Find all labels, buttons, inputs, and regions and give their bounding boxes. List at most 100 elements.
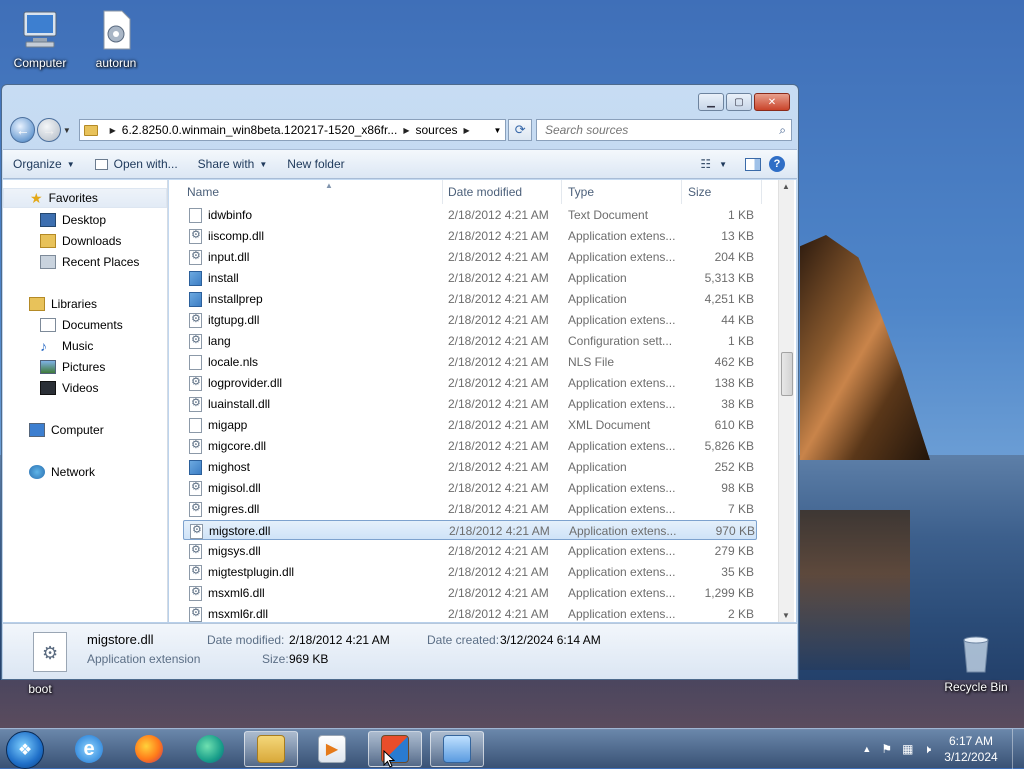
search-box[interactable]: ⌕ [535, 119, 792, 141]
table-row[interactable]: migstore.dll 2/18/2012 4:21 AM Application… [183, 520, 757, 540]
system-tray: ▲ ⚑ ▦ 🕨 6:17 AM 3/12/2024 [857, 729, 1024, 769]
table-row[interactable]: migapp 2/18/2012 4:21 AM XML Document 610 K… [183, 415, 757, 435]
table-row[interactable]: itgtupg.dll 2/18/2012 4:21 AM Application … [183, 310, 757, 330]
search-input[interactable] [542, 122, 761, 138]
table-row[interactable]: locale.nls 2/18/2012 4:21 AM NLS File 462 K… [183, 352, 757, 372]
view-options-icon[interactable]: ☷ [700, 157, 711, 171]
taskbar-file-explorer[interactable] [244, 731, 298, 767]
open-with-button[interactable]: Open with... [85, 153, 188, 175]
address-dropdown-icon[interactable]: ▼ [489, 126, 505, 135]
address-bar[interactable]: ▶ 6.2.8250.0.winmain_win8beta.120217-152… [78, 119, 507, 141]
file-type: Configuration sett... [568, 334, 673, 348]
chevron-down-icon[interactable]: ▼ [719, 160, 727, 169]
table-row[interactable]: msxml6r.dll 2/18/2012 4:21 AM Application … [183, 604, 757, 624]
dll-file-icon [189, 228, 202, 244]
desktop-icon-computer[interactable]: Computer [0, 8, 80, 70]
recent-pages-dropdown[interactable]: ▼ [63, 126, 75, 135]
sort-ascending-icon: ▲ [325, 180, 333, 190]
start-button[interactable]: ❖ [6, 731, 44, 769]
nav-libraries[interactable]: Libraries [3, 294, 167, 314]
desktop-icon-label: autorun [95, 56, 137, 70]
action-center-flag-icon[interactable]: ⚑ [881, 742, 892, 756]
nav-music[interactable]: ♪ Music [3, 336, 167, 356]
breadcrumb-segment[interactable]: sources [416, 123, 458, 137]
nav-documents[interactable]: Documents [3, 315, 167, 335]
column-header-size[interactable]: Size [682, 180, 762, 204]
column-header-date[interactable]: Date modified [442, 180, 562, 204]
chevron-right-icon[interactable]: ▶ [464, 126, 470, 135]
edge-icon [196, 735, 224, 763]
organize-button[interactable]: Organize ▼ [3, 153, 85, 175]
table-row[interactable]: migsys.dll 2/18/2012 4:21 AM Application e… [183, 541, 757, 561]
chevron-right-icon[interactable]: ▶ [110, 126, 116, 135]
clock[interactable]: 6:17 AM 3/12/2024 [936, 733, 1006, 765]
desktop-icon-recycle-bin[interactable]: Recycle Bin [936, 632, 1016, 694]
help-icon[interactable]: ? [769, 156, 785, 172]
nav-favorites[interactable]: ★ Favorites [3, 188, 167, 208]
chevron-right-icon[interactable]: ▶ [403, 126, 409, 135]
file-type: XML Document [568, 418, 651, 432]
volume-muted-icon[interactable]: 🕨 [923, 742, 931, 757]
scrollbar-thumb[interactable] [781, 352, 793, 396]
file-date: 2/18/2012 4:21 AM [448, 292, 549, 306]
nav-pictures[interactable]: Pictures [3, 357, 167, 377]
network-tray-icon[interactable]: ▦ [902, 742, 913, 756]
table-row[interactable]: msxml6.dll 2/18/2012 4:21 AM Application e… [183, 583, 757, 603]
nav-network[interactable]: Network [3, 462, 167, 482]
table-row[interactable]: luainstall.dll 2/18/2012 4:21 AM Applicati… [183, 394, 757, 414]
table-row[interactable]: input.dll 2/18/2012 4:21 AM Application ex… [183, 247, 757, 267]
nav-videos[interactable]: Videos [3, 378, 167, 398]
documents-icon [40, 318, 56, 332]
table-row[interactable]: install 2/18/2012 4:21 AM Application 5,313… [183, 268, 757, 288]
nav-computer[interactable]: Computer [3, 420, 167, 440]
nav-downloads[interactable]: Downloads [3, 231, 167, 251]
table-row[interactable]: iiscomp.dll 2/18/2012 4:21 AM Application … [183, 226, 757, 246]
new-folder-button[interactable]: New folder [277, 153, 354, 175]
maximize-button[interactable]: ▢ [726, 93, 752, 111]
share-with-button[interactable]: Share with ▼ [188, 153, 278, 175]
table-row[interactable]: logprovider.dll 2/18/2012 4:21 AM Applicat… [183, 373, 757, 393]
column-header-type[interactable]: Type [562, 180, 682, 204]
table-row[interactable]: mighost 2/18/2012 4:21 AM Application 252 K… [183, 457, 757, 477]
taskbar-firefox[interactable] [122, 731, 176, 767]
breadcrumb-segment[interactable]: 6.2.8250.0.winmain_win8beta.120217-1520_… [122, 123, 398, 137]
taskbar-control-panel[interactable] [430, 731, 484, 767]
application-icon [189, 271, 202, 286]
scroll-down-icon[interactable]: ▼ [782, 611, 790, 620]
table-row[interactable]: migisol.dll 2/18/2012 4:21 AM Application … [183, 478, 757, 498]
close-button[interactable]: ✕ [754, 93, 790, 111]
refresh-button[interactable]: ⟳ [508, 119, 532, 141]
vertical-scrollbar[interactable]: ▲ ▼ [778, 180, 794, 622]
file-size: 44 KB [721, 313, 754, 327]
show-hidden-icons-icon[interactable]: ▲ [862, 744, 871, 754]
table-row[interactable]: installprep 2/18/2012 4:21 AM Application 4… [183, 289, 757, 309]
preview-pane-icon[interactable] [745, 157, 761, 171]
back-button[interactable]: ← [10, 117, 36, 143]
desktop-icon-autorun[interactable]: autorun [76, 8, 156, 70]
column-header-name[interactable]: Name ▲ [181, 180, 443, 204]
nav-desktop[interactable]: Desktop [3, 210, 167, 230]
desktop-icon-boot[interactable]: boot [0, 682, 80, 696]
table-row[interactable]: migcore.dll 2/18/2012 4:21 AM Application … [183, 436, 757, 456]
scroll-up-icon[interactable]: ▲ [782, 182, 790, 191]
show-desktop-button[interactable] [1012, 729, 1024, 769]
file-name: lang [208, 334, 231, 348]
table-row[interactable]: migtestplugin.dll 2/18/2012 4:21 AM Applic… [183, 562, 757, 582]
table-row[interactable]: lang 2/18/2012 4:21 AM Configuration sett.… [183, 331, 757, 351]
file-date: 2/18/2012 4:21 AM [448, 229, 549, 243]
nav-recent-places[interactable]: Recent Places [3, 252, 167, 272]
table-row[interactable]: migres.dll 2/18/2012 4:21 AM Application e… [183, 499, 757, 519]
taskbar-setup[interactable] [368, 731, 422, 767]
file-size: 5,313 KB [704, 271, 754, 285]
taskbar-edge[interactable] [183, 731, 237, 767]
forward-button[interactable]: → [37, 118, 61, 142]
table-row[interactable]: idwbinfo 2/18/2012 4:21 AM Text Document 1 … [183, 205, 757, 225]
taskbar-media-player[interactable]: ▶ [305, 731, 359, 767]
minimize-button[interactable]: ▁ [698, 93, 724, 111]
file-size: 204 KB [714, 250, 754, 264]
taskbar-internet-explorer[interactable]: e [62, 731, 116, 767]
navigation-pane: ★ Favorites Desktop Downloads Recent Pla… [3, 180, 168, 622]
search-icon[interactable]: ⌕ [779, 123, 786, 138]
clock-date: 3/12/2024 [944, 750, 998, 764]
dll-file-icon [189, 438, 202, 454]
